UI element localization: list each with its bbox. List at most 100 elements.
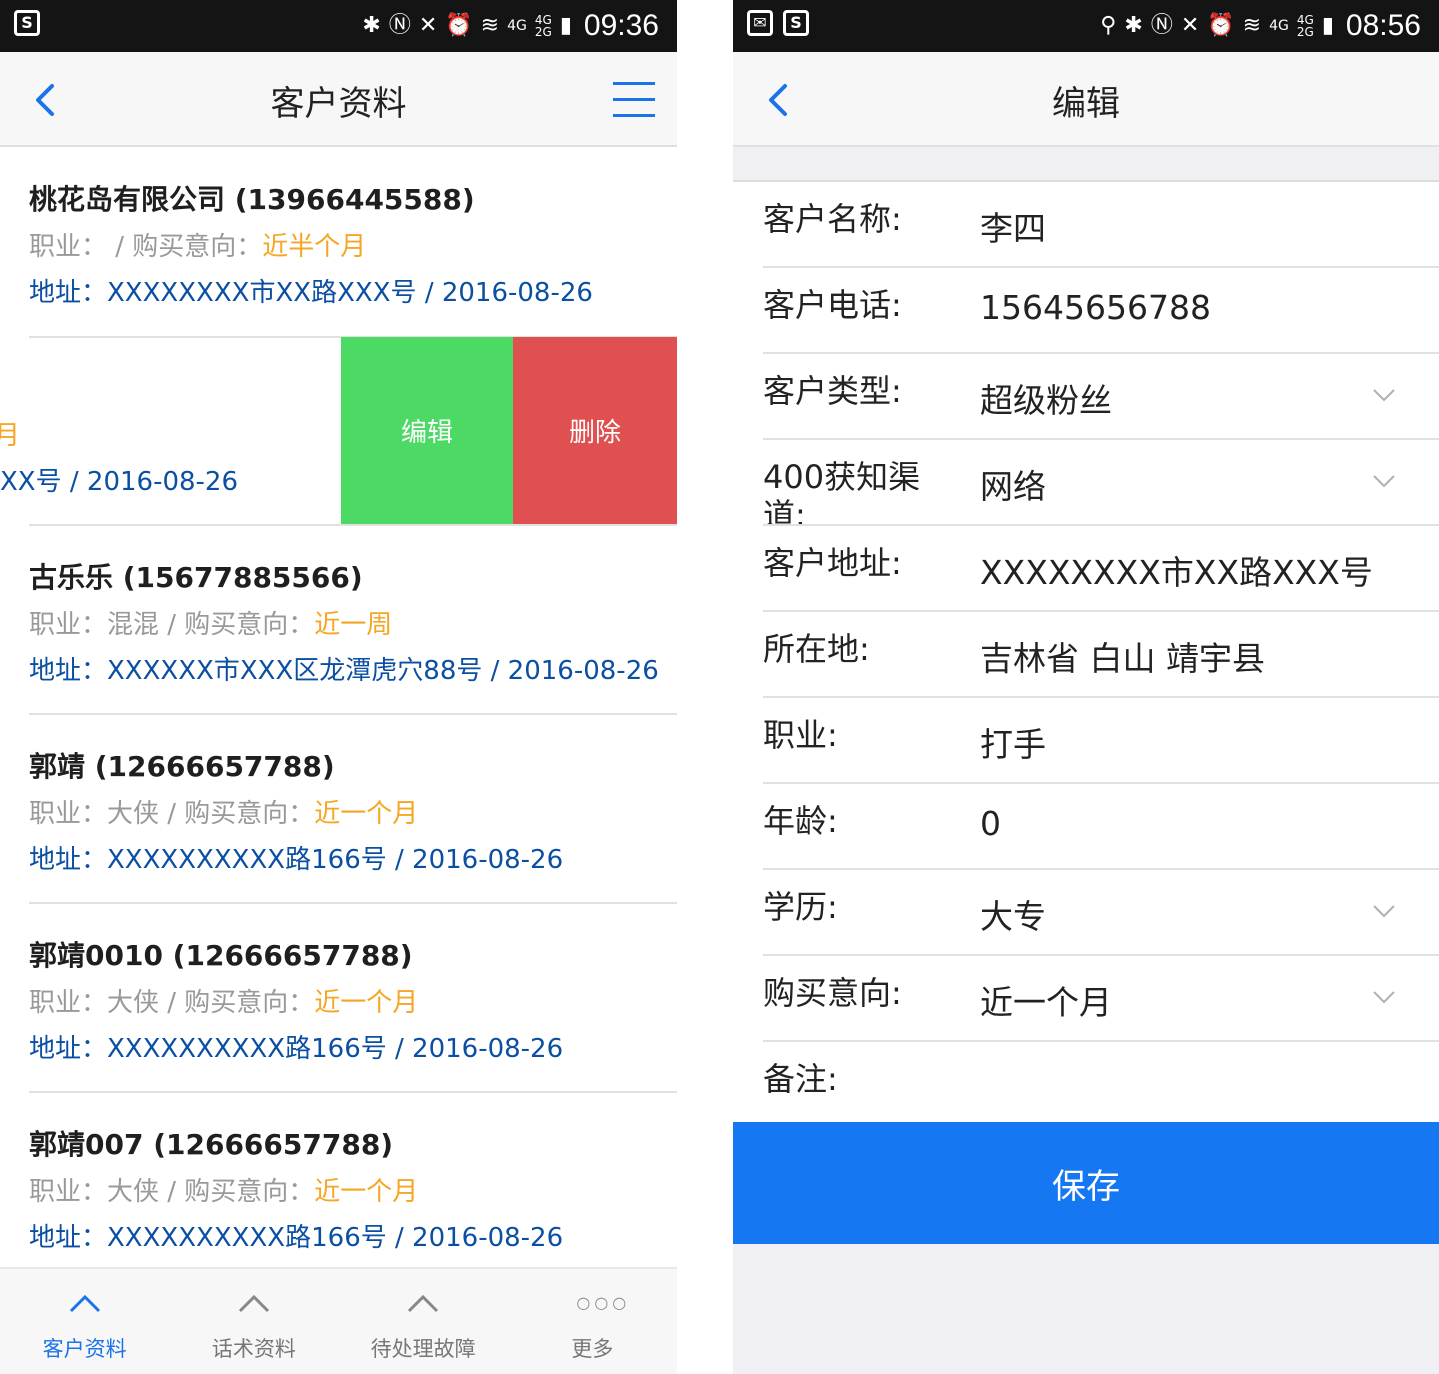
more-dots-icon: ○○○	[576, 1293, 631, 1312]
customer-name-input[interactable]: 李四	[980, 202, 1046, 250]
status-bar: ✉ S ⚲ ✱ Ⓝ ✕ ⏰ ≋ 4G 4G 2G ▮ 08:56	[733, 0, 1439, 52]
list-item[interactable]: 郭靖 (12666657788) 职业：大侠 / 购买意向：近一个月 地址：XX…	[0, 715, 677, 904]
tab-label: 客户资料	[42, 1337, 127, 1361]
edit-button[interactable]: 编辑	[341, 337, 513, 524]
customer-address: 地址：XXXXXXXXXX路166号 / 2016-08-26	[29, 1223, 564, 1253]
chevron-down-icon[interactable]	[1371, 382, 1397, 408]
channel-select[interactable]: 网络	[980, 460, 1046, 508]
customer-list-screen: S ✱ Ⓝ ✕ ⏰ ≋ 4G 4G 2G ▮ 09:36 客户资料 桃花岛有限公司…	[0, 0, 677, 1374]
edit-form: 客户名称: 李四 客户电话: 15645656788 客户类型: 超级粉丝 40…	[733, 180, 1439, 1128]
nav-bar: 编辑	[733, 52, 1439, 147]
field-customer-type[interactable]: 客户类型: 超级粉丝	[733, 354, 1439, 440]
field-label: 客户名称:	[763, 200, 902, 238]
battery-icon: ▮	[559, 13, 572, 38]
page-title: 编辑	[1052, 84, 1120, 124]
customer-address-input[interactable]: XXXXXXXX市XX路XXX号	[980, 546, 1373, 594]
education-select[interactable]: 大专	[980, 890, 1046, 938]
occupation-input[interactable]: 打手	[980, 718, 1046, 766]
chevron-down-icon[interactable]	[1371, 984, 1397, 1010]
customer-job-intent: 职业：大侠 / 购买意向：近一个月	[29, 988, 419, 1018]
customer-address: 地址：XXXXXXXXXX路166号 / 2016-08-26	[29, 1034, 564, 1064]
field-occupation[interactable]: 职业: 打手	[733, 698, 1439, 784]
customer-name: 郭靖007 (12666657788)	[29, 1128, 394, 1161]
customer-address-fragment: XX号 / 2016-08-26	[0, 467, 239, 497]
chevron-down-icon[interactable]	[1371, 468, 1397, 494]
list-item[interactable]: 郭靖007 (12666657788) 职业：大侠 / 购买意向：近一个月 地址…	[0, 1093, 677, 1282]
nav-bar: 客户资料	[0, 52, 677, 147]
age-input[interactable]: 0	[980, 804, 1001, 843]
list-item[interactable]: 古乐乐 (15677885566) 职业：混混 / 购买意向：近一周 地址：XX…	[0, 526, 677, 715]
field-label: 学历:	[763, 888, 838, 926]
swiped-list-item[interactable]: 月 XX号 / 2016-08-26 编辑 删除	[0, 336, 677, 526]
nfc-icon: Ⓝ	[388, 13, 411, 38]
customer-address: 地址：XXXXXXXXXX路166号 / 2016-08-26	[29, 845, 564, 875]
chevron-up-icon	[408, 1294, 439, 1313]
field-label: 年龄:	[763, 802, 838, 840]
nfc-icon: Ⓝ	[1150, 13, 1173, 38]
menu-icon[interactable]	[613, 82, 655, 118]
customer-intent-fragment: 月	[0, 421, 21, 451]
location-picker[interactable]: 吉林省 白山 靖宇县	[980, 632, 1265, 680]
alarm-icon: ⏰	[1207, 13, 1235, 38]
customer-name: 古乐乐 (15677885566)	[29, 561, 363, 594]
field-label: 客户类型:	[763, 372, 902, 410]
edit-customer-screen: ✉ S ⚲ ✱ Ⓝ ✕ ⏰ ≋ 4G 4G 2G ▮ 08:56 编辑 客户名称:…	[733, 0, 1439, 1374]
list-item[interactable]: 郭靖0010 (12666657788) 职业：大侠 / 购买意向：近一个月 地…	[0, 904, 677, 1093]
field-customer-name[interactable]: 客户名称: 李四	[733, 182, 1439, 268]
tab-bar: 客户资料 话术资料 待处理故障 ○○○ 更多	[0, 1267, 677, 1374]
field-education[interactable]: 学历: 大专	[733, 870, 1439, 956]
delete-button[interactable]: 删除	[513, 337, 677, 524]
customer-job-intent: 职业：大侠 / 购买意向：近一个月	[29, 1177, 419, 1207]
field-age[interactable]: 年龄: 0	[733, 784, 1439, 870]
field-label: 备注:	[763, 1060, 838, 1098]
field-customer-phone[interactable]: 客户电话: 15645656788	[733, 268, 1439, 354]
bluetooth-icon: ✱	[1124, 13, 1143, 38]
location-icon: ⚲	[1100, 13, 1117, 38]
battery-icon: ▮	[1321, 13, 1334, 38]
customer-type-select[interactable]: 超级粉丝	[980, 374, 1112, 422]
field-customer-address[interactable]: 客户地址: XXXXXXXX市XX路XXX号	[733, 526, 1439, 612]
tab-pending-faults[interactable]: 待处理故障	[339, 1269, 508, 1374]
tab-more[interactable]: ○○○ 更多	[508, 1269, 677, 1374]
field-location[interactable]: 所在地: 吉林省 白山 靖宇县	[733, 612, 1439, 698]
alarm-icon: ⏰	[445, 13, 473, 38]
tab-customer-info[interactable]: 客户资料	[0, 1269, 169, 1374]
status-time: 09:36	[583, 9, 659, 42]
mute-icon: ✕	[1180, 13, 1200, 38]
app-notification-icon: S	[14, 10, 40, 36]
field-purchase-intent[interactable]: 购买意向: 近一个月	[733, 956, 1439, 1042]
customer-address: 地址：XXXXXXXX市XX路XXX号 / 2016-08-26	[29, 278, 593, 308]
purchase-intent-select[interactable]: 近一个月	[980, 976, 1112, 1024]
customer-job-intent: 职业：大侠 / 购买意向：近一个月	[29, 799, 419, 829]
tab-scripts[interactable]: 话术资料	[169, 1269, 338, 1374]
field-label: 所在地:	[763, 630, 870, 668]
save-button[interactable]: 保存	[733, 1122, 1439, 1244]
app-notification-icon: S	[783, 10, 809, 36]
field-label: 客户地址:	[763, 544, 902, 582]
wifi-icon: ≋	[480, 13, 500, 38]
wifi-icon: ≋	[1242, 13, 1262, 38]
chevron-up-icon	[69, 1294, 100, 1313]
status-bar: S ✱ Ⓝ ✕ ⏰ ≋ 4G 4G 2G ▮ 09:36	[0, 0, 677, 52]
mute-icon: ✕	[418, 13, 438, 38]
tab-label: 话术资料	[211, 1337, 296, 1361]
field-acquisition-channel[interactable]: 400获知渠道: 网络	[733, 440, 1439, 526]
mail-icon: ✉	[747, 10, 773, 36]
chevron-down-icon[interactable]	[1371, 898, 1397, 924]
signal-icon: 4G 2G	[534, 13, 552, 39]
signal-icon: 4G 2G	[1296, 13, 1314, 39]
status-time: 08:56	[1345, 9, 1421, 42]
tab-label: 待处理故障	[370, 1337, 476, 1361]
customer-name: 郭靖0010 (12666657788)	[29, 939, 413, 972]
customer-phone-input[interactable]: 15645656788	[980, 288, 1211, 327]
customer-name: 郭靖 (12666657788)	[29, 750, 335, 783]
tab-label: 更多	[571, 1337, 614, 1361]
field-notes[interactable]: 备注:	[733, 1042, 1439, 1128]
list-item[interactable]: 桃花岛有限公司 (13966445588) 职业： / 购买意向：近半个月 地址…	[0, 148, 677, 337]
field-label: 购买意向:	[763, 974, 902, 1012]
customer-job-intent: 职业：混混 / 购买意向：近一周	[29, 610, 393, 640]
network-type: 4G	[507, 18, 527, 34]
field-label: 客户电话:	[763, 286, 902, 324]
network-type: 4G	[1269, 18, 1289, 34]
page-title: 客户资料	[270, 84, 407, 124]
